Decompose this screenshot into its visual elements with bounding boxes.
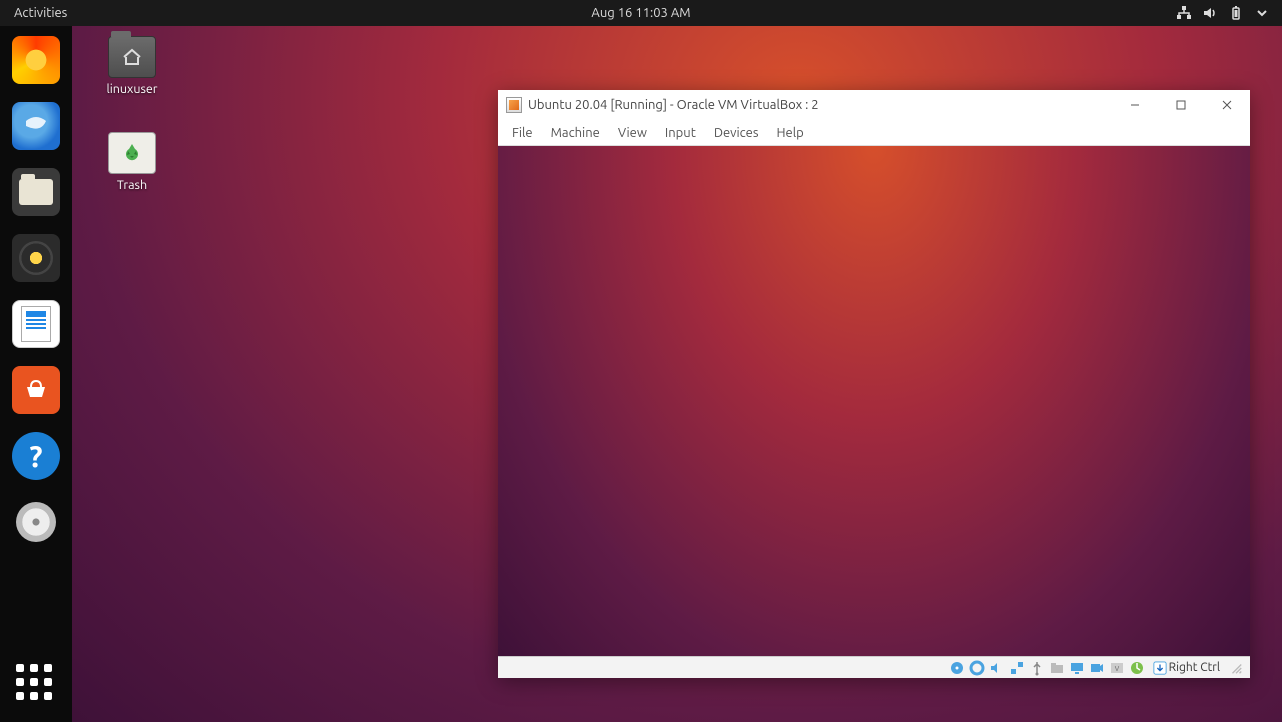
virtualbox-logo-icon	[506, 97, 522, 113]
svg-text:V: V	[1114, 665, 1119, 673]
dock-rhythmbox[interactable]	[12, 234, 60, 282]
dock-firefox[interactable]	[12, 36, 60, 84]
status-audio-icon[interactable]	[989, 660, 1005, 676]
status-network-icon[interactable]	[1009, 660, 1025, 676]
show-applications-button[interactable]	[16, 664, 56, 704]
clock[interactable]: Aug 16 11:03 AM	[591, 6, 690, 20]
status-optical-icon[interactable]	[969, 660, 985, 676]
status-cpu-icon[interactable]	[1129, 660, 1145, 676]
dock-ubuntu-software[interactable]	[12, 366, 60, 414]
hostkey-label: Right Ctrl	[1169, 661, 1220, 674]
dock-disc[interactable]	[12, 498, 60, 546]
dock-libreoffice-writer[interactable]	[12, 300, 60, 348]
network-icon[interactable]	[1176, 5, 1192, 21]
status-recording-icon[interactable]	[1089, 660, 1105, 676]
desktop-background[interactable]: linuxuser Trash Ubuntu 20.04 [Running] -…	[72, 26, 1282, 722]
maximize-button[interactable]	[1158, 90, 1204, 120]
menu-file[interactable]: File	[504, 123, 541, 143]
menu-devices[interactable]: Devices	[706, 123, 767, 143]
virtualbox-statusbar: V Right Ctrl	[498, 656, 1250, 678]
minimize-button[interactable]	[1112, 90, 1158, 120]
home-folder-icon[interactable]: linuxuser	[92, 36, 172, 96]
trash-label: Trash	[92, 178, 172, 192]
gnome-top-bar: Activities Aug 16 11:03 AM	[0, 0, 1282, 26]
menu-help[interactable]: Help	[769, 123, 812, 143]
status-harddisk-icon[interactable]	[949, 660, 965, 676]
chevron-down-icon[interactable]	[1254, 5, 1270, 21]
hostkey-arrow-icon	[1153, 661, 1167, 675]
dock-thunderbird[interactable]	[12, 102, 60, 150]
dock-files[interactable]	[12, 168, 60, 216]
ubuntu-dock: ?	[0, 26, 72, 722]
activities-button[interactable]: Activities	[0, 0, 81, 26]
home-folder-label: linuxuser	[92, 82, 172, 96]
status-vrde-icon[interactable]: V	[1109, 660, 1125, 676]
battery-icon[interactable]	[1228, 5, 1244, 21]
system-tray[interactable]	[1176, 5, 1282, 21]
status-shared-folder-icon[interactable]	[1049, 660, 1065, 676]
status-display-icon[interactable]	[1069, 660, 1085, 676]
menu-machine[interactable]: Machine	[543, 123, 608, 143]
virtualbox-menubar: File Machine View Input Devices Help	[498, 120, 1250, 146]
virtualbox-titlebar[interactable]: Ubuntu 20.04 [Running] - Oracle VM Virtu…	[498, 90, 1250, 120]
window-title: Ubuntu 20.04 [Running] - Oracle VM Virtu…	[528, 98, 819, 112]
dock-help[interactable]: ?	[12, 432, 60, 480]
menu-input[interactable]: Input	[657, 123, 704, 143]
menu-view[interactable]: View	[610, 123, 655, 143]
status-resize-grip-icon[interactable]	[1228, 660, 1244, 676]
guest-display[interactable]	[498, 146, 1250, 656]
status-usb-icon[interactable]	[1029, 660, 1045, 676]
hostkey-indicator[interactable]: Right Ctrl	[1149, 661, 1224, 675]
close-button[interactable]	[1204, 90, 1250, 120]
volume-icon[interactable]	[1202, 5, 1218, 21]
virtualbox-window: Ubuntu 20.04 [Running] - Oracle VM Virtu…	[498, 90, 1250, 678]
trash-icon[interactable]: Trash	[92, 132, 172, 192]
